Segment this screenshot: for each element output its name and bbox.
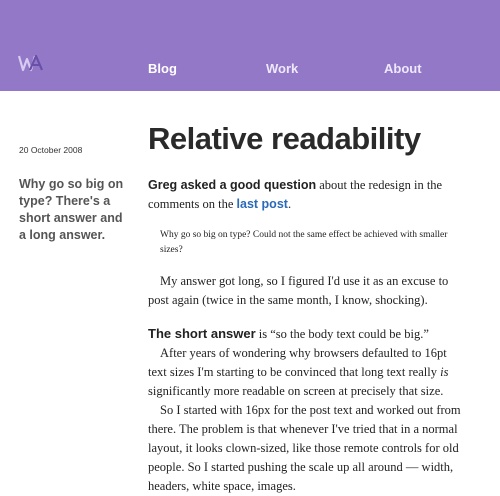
- last-post-link[interactable]: last post: [237, 197, 288, 211]
- post-content: Relative readability Greg asked a good q…: [148, 120, 468, 496]
- intro-end: .: [287, 197, 292, 211]
- short-answer-heading: The short answer: [148, 326, 256, 341]
- post-summary: Why go so big on type? There's a short a…: [19, 177, 124, 242]
- short-answer-block: The short answer is “so the body text co…: [148, 324, 468, 344]
- paragraph-2-b: significantly more readable on screen at…: [148, 384, 444, 398]
- paragraph-3: So I started with 16px for the post text…: [148, 403, 461, 493]
- nav-about[interactable]: About: [384, 61, 422, 76]
- paragraph-1: My answer got long, so I figured I'd use…: [148, 274, 449, 307]
- intro-paragraph: Greg asked a good question about the red…: [148, 176, 468, 214]
- paragraph-2: After years of wondering why browsers de…: [148, 344, 468, 401]
- post-title: Relative readability: [148, 121, 421, 156]
- site-header: Blog Work About: [0, 0, 500, 91]
- intro-lead: Greg asked a good question: [148, 178, 317, 192]
- nav-blog[interactable]: Blog: [148, 61, 177, 76]
- paragraph-2-a: After years of wondering why browsers de…: [148, 346, 447, 379]
- short-answer-text: is “so the body text could be big.”: [255, 327, 429, 341]
- nav-work[interactable]: Work: [266, 61, 298, 76]
- logo-icon[interactable]: [18, 53, 44, 73]
- paragraph-2-emphasis: is: [440, 365, 449, 379]
- post-date: 20 October 2008: [19, 145, 83, 155]
- quoted-question: Why go so big on type? Could not the sam…: [160, 230, 448, 255]
